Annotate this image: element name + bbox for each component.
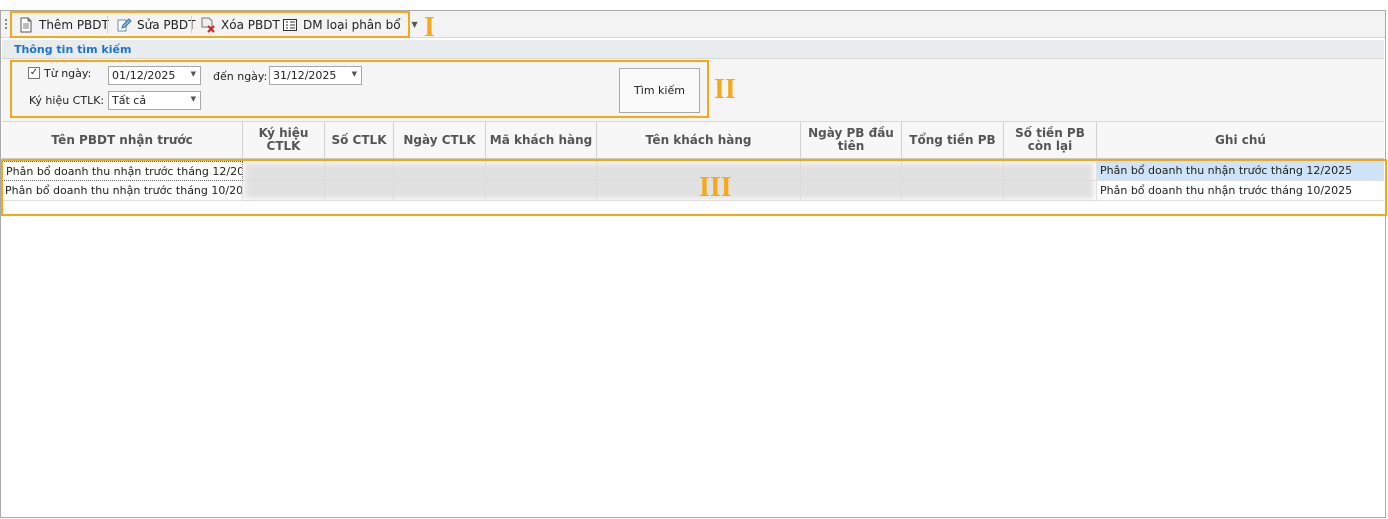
to-date-input[interactable]: 31/12/2025 ▼ bbox=[269, 66, 362, 85]
from-date-value: 01/12/2025 bbox=[112, 69, 176, 82]
redacted-data-area bbox=[244, 163, 1094, 199]
edit-pbdt-button[interactable]: Sửa PBDT bbox=[113, 14, 198, 35]
symbol-ctlk-select[interactable]: Tất cả ▼ bbox=[108, 91, 201, 110]
to-date-value: 31/12/2025 bbox=[273, 69, 337, 82]
chevron-down-icon[interactable]: ▼ bbox=[352, 70, 357, 78]
symbol-ctlk-value: Tất cả bbox=[112, 94, 147, 107]
toolbar: Thêm PBDT Sửa PBDT Xóa PBDT DM loại phân… bbox=[1, 11, 1385, 38]
column-header[interactable]: Ngày CTLK bbox=[394, 122, 486, 158]
row-name-cell[interactable]: Phân bổ doanh thu nhận trước tháng 12/20… bbox=[2, 161, 243, 181]
column-header[interactable]: Mã khách hàng bbox=[486, 122, 597, 158]
row-note-cell[interactable]: Phân bổ doanh thu nhận trước tháng 12/20… bbox=[1097, 161, 1384, 181]
add-pbdt-button[interactable]: Thêm PBDT bbox=[15, 14, 112, 35]
search-panel: ✓ Từ ngày: 01/12/2025 ▼ đến ngày: 31/12/… bbox=[2, 59, 1384, 122]
annotation-marker-search: II bbox=[714, 74, 736, 105]
grid-header: Tên PBDT nhận trước Ký hiệu CTLK Số CTLK… bbox=[2, 122, 1384, 159]
from-date-input[interactable]: 01/12/2025 ▼ bbox=[108, 66, 201, 85]
add-pbdt-label: Thêm PBDT bbox=[39, 17, 109, 32]
search-group-title: Thông tin tìm kiếm bbox=[2, 40, 1384, 59]
from-date-checkbox[interactable]: ✓ bbox=[28, 67, 40, 79]
search-button[interactable]: Tìm kiếm bbox=[619, 68, 700, 113]
toolbar-grip[interactable] bbox=[5, 19, 8, 31]
annotation-marker-grid: III bbox=[699, 172, 732, 203]
edit-icon bbox=[116, 17, 132, 33]
column-header[interactable]: Số CTLK bbox=[325, 122, 394, 158]
delete-icon bbox=[200, 17, 216, 33]
from-date-label: Từ ngày: bbox=[44, 67, 92, 80]
to-date-label: đến ngày: bbox=[213, 70, 268, 83]
list-icon bbox=[282, 17, 298, 33]
column-header[interactable]: Tên khách hàng bbox=[597, 122, 801, 158]
column-header[interactable]: Ghi chú bbox=[1097, 122, 1384, 158]
chevron-down-icon[interactable]: ▼ bbox=[191, 70, 196, 78]
allocation-type-list-label: DM loại phân bổ bbox=[303, 17, 401, 32]
column-header[interactable]: Tên PBDT nhận trước bbox=[2, 122, 243, 158]
symbol-ctlk-label: Ký hiệu CTLK: bbox=[29, 94, 105, 107]
document-icon bbox=[18, 17, 34, 33]
column-header[interactable]: Tổng tiền PB bbox=[902, 122, 1004, 158]
edit-pbdt-label: Sửa PBDT bbox=[137, 17, 196, 32]
column-header[interactable]: Ký hiệu CTLK bbox=[243, 122, 325, 158]
delete-pbdt-button[interactable]: Xóa PBDT bbox=[197, 14, 283, 35]
chevron-down-icon[interactable]: ▼ bbox=[412, 20, 418, 29]
delete-pbdt-label: Xóa PBDT bbox=[221, 17, 280, 32]
annotation-marker-toolbar: I bbox=[424, 12, 435, 43]
toolbar-separator bbox=[107, 16, 108, 33]
chevron-down-icon[interactable]: ▼ bbox=[191, 95, 196, 103]
row-name-cell[interactable]: Phân bổ doanh thu nhận trước tháng 10/20… bbox=[2, 181, 243, 201]
empty-row-divider bbox=[2, 201, 1384, 203]
column-header[interactable]: Số tiền PB còn lại bbox=[1004, 122, 1097, 158]
allocation-type-list-button[interactable]: DM loại phân bổ ▼ bbox=[279, 14, 421, 35]
column-header[interactable]: Ngày PB đầu tiên bbox=[801, 122, 902, 158]
row-note-cell[interactable]: Phân bổ doanh thu nhận trước tháng 10/20… bbox=[1097, 181, 1384, 201]
main-window: Thêm PBDT Sửa PBDT Xóa PBDT DM loại phân… bbox=[0, 10, 1386, 518]
toolbar-separator bbox=[191, 16, 192, 33]
